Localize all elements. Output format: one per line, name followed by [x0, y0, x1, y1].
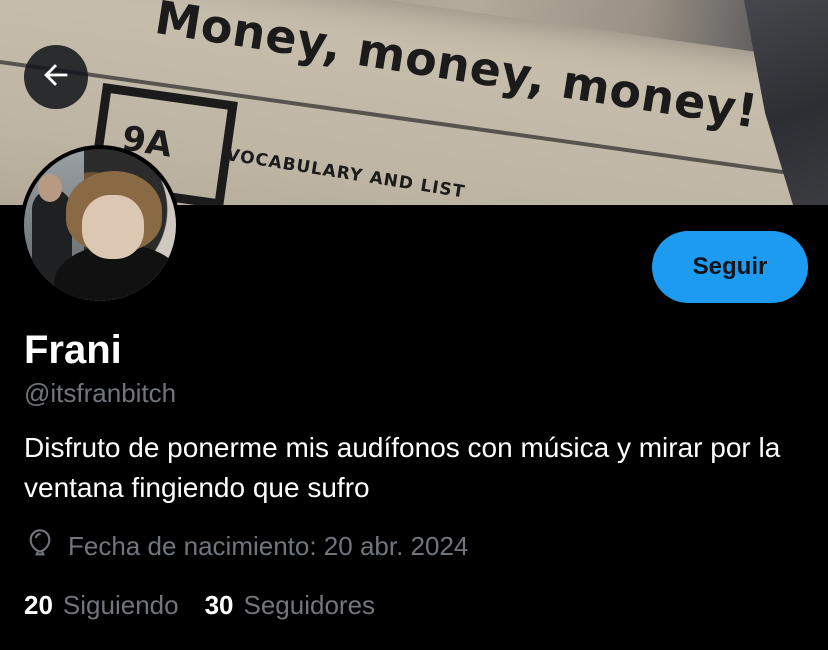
profile-bio: Disfruto de ponerme mis audífonos con mú…: [24, 432, 781, 503]
followers-link[interactable]: 30 Seguidores: [205, 590, 375, 621]
avatar-face: [82, 195, 144, 259]
following-link[interactable]: 20 Siguiendo: [24, 590, 179, 621]
username-handle: @itsfranbitch: [24, 378, 177, 408]
follow-button[interactable]: Seguir: [652, 231, 808, 303]
following-count: 20: [24, 589, 53, 620]
following-label: Siguiendo: [62, 589, 179, 620]
follow-stats: 20 Siguiendo 30 Seguidores: [24, 588, 401, 622]
followers-count: 30: [204, 589, 234, 620]
birth-date-row: Fecha de nacimiento: 20 abr. 2024: [24, 528, 468, 564]
arrow-left-icon: [39, 58, 73, 97]
balloon-icon: [24, 527, 68, 566]
followers-label: Seguidores: [243, 589, 376, 620]
avatar[interactable]: [20, 145, 180, 305]
birth-date-text: Fecha de nacimiento: 20 abr. 2024: [68, 530, 469, 561]
display-name: Frani: [24, 328, 122, 372]
avatar-bystander-head: [38, 174, 62, 202]
back-button[interactable]: [24, 45, 88, 109]
